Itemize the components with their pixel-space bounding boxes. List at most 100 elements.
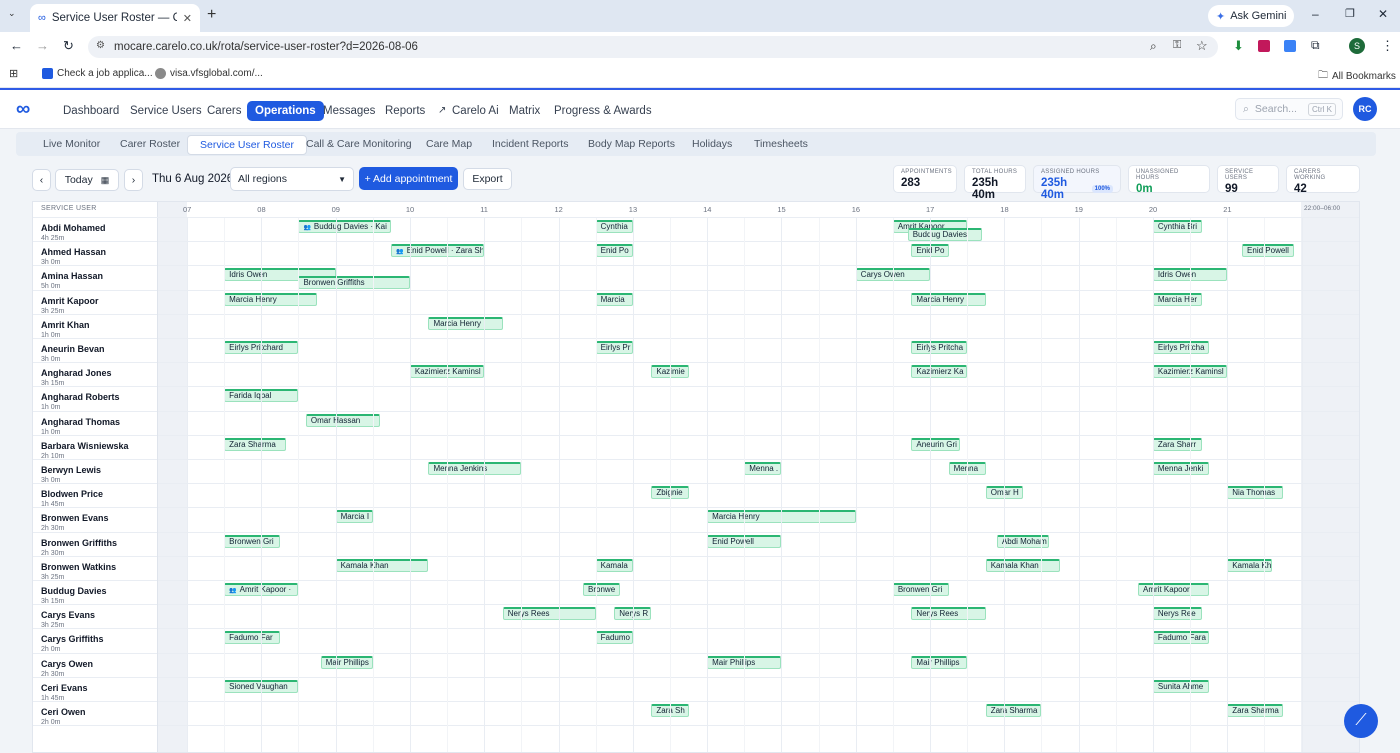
- appointment-block[interactable]: Cynthia: [595, 220, 633, 233]
- extension-download-icon[interactable]: ⬇: [1233, 38, 1244, 54]
- service-user-name[interactable]: Amrit Khan: [41, 320, 90, 330]
- tab-service-user-roster[interactable]: Service User Roster: [187, 135, 307, 155]
- appointment-block[interactable]: Kamala: [595, 558, 633, 572]
- zoom-icon[interactable]: ⌕: [1150, 39, 1157, 54]
- tab-call-care-monitoring[interactable]: Call & Care Monitoring: [294, 135, 424, 153]
- appointment-block[interactable]: Menna Jenkins: [428, 462, 522, 475]
- region-select[interactable]: All regions ▼: [230, 167, 354, 191]
- service-user-name[interactable]: Bronwen Evans: [41, 513, 109, 523]
- nav-matrix[interactable]: Matrix: [501, 101, 548, 121]
- service-user-name[interactable]: Bronwen Griffiths: [41, 538, 117, 548]
- all-bookmarks[interactable]: 🗀 All Bookmarks: [1318, 68, 1396, 85]
- next-day-button[interactable]: ›: [124, 169, 143, 191]
- appointment-block[interactable]: Bronwen Griffiths: [298, 276, 410, 290]
- appointment-block[interactable]: Marcia: [595, 292, 633, 306]
- service-user-name[interactable]: Blodwen Price: [41, 489, 103, 499]
- bookmark-job[interactable]: Check a job applica...: [42, 68, 153, 79]
- service-user-name[interactable]: Carys Owen: [41, 659, 93, 669]
- service-user-name[interactable]: Angharad Thomas: [41, 417, 120, 427]
- bookmark-visa[interactable]: visa.vfsglobal.com/...: [155, 68, 263, 79]
- minimize-icon[interactable]: –: [1312, 7, 1319, 21]
- service-user-name[interactable]: Amrit Kapoor: [41, 296, 99, 306]
- tab-care-map[interactable]: Care Map: [414, 135, 484, 153]
- appointment-block[interactable]: Marcia Henry: [428, 316, 503, 330]
- export-button[interactable]: Export: [463, 168, 512, 190]
- appointment-block[interactable]: Buddug Davies: [907, 228, 982, 241]
- user-avatar[interactable]: RC: [1353, 97, 1377, 121]
- tab-search-icon[interactable]: ⌄: [8, 8, 16, 19]
- appointment-block[interactable]: Zara Sharma: [224, 437, 286, 451]
- extensions-puzzle-icon[interactable]: ⧉: [1311, 38, 1320, 53]
- nav-carelo-ai[interactable]: Carelo Ai: [444, 101, 507, 121]
- appointment-block[interactable]: Kamala Khan: [335, 558, 429, 572]
- service-user-name[interactable]: Ceri Owen: [41, 707, 86, 717]
- appointment-block[interactable]: Zara Sharma: [985, 704, 1042, 717]
- address-bar[interactable]: ⚙ mocare.carelo.co.uk/rota/service-user-…: [88, 36, 1218, 58]
- appointment-block[interactable]: Marcia Henry: [911, 292, 986, 306]
- service-user-name[interactable]: Ahmed Hassan: [41, 247, 106, 257]
- appointment-block[interactable]: Fadumo Far: [224, 631, 280, 645]
- appointment-block[interactable]: Mair Phillips: [911, 655, 968, 669]
- carelo-logo-icon[interactable]: ∞: [16, 98, 30, 121]
- appointment-block[interactable]: Enid Po: [595, 244, 633, 258]
- nav-messages[interactable]: Messages: [315, 101, 383, 121]
- appointment-block[interactable]: Enid Powell: [1242, 244, 1295, 258]
- appointment-block[interactable]: Nerys Rees: [911, 607, 986, 621]
- appointment-block[interactable]: Marcia Henry: [224, 292, 318, 306]
- close-window-icon[interactable]: ✕: [1378, 7, 1388, 21]
- extension-blue-icon[interactable]: [1284, 40, 1296, 52]
- service-user-name[interactable]: Barbara Wisniewska: [41, 441, 128, 451]
- appointment-block[interactable]: Nerys Rees: [502, 607, 596, 621]
- service-user-name[interactable]: Carys Griffiths: [41, 634, 104, 644]
- new-tab-icon[interactable]: +: [207, 6, 216, 24]
- nav-reports[interactable]: Reports: [377, 101, 433, 121]
- nav-progress-awards[interactable]: Progress & Awards: [546, 101, 660, 121]
- tab-holidays[interactable]: Holidays: [680, 135, 744, 153]
- appointment-block[interactable]: Marcia Her: [1152, 292, 1202, 306]
- reload-icon[interactable]: ↻: [63, 38, 74, 54]
- today-button[interactable]: Today ▦: [55, 169, 119, 191]
- service-user-name[interactable]: Abdi Mohamed: [41, 223, 106, 233]
- appointment-block[interactable]: Mair Phillips: [320, 655, 373, 669]
- browser-tab[interactable]: ∞ Service User Roster — Carelo ✕: [30, 4, 200, 32]
- close-tab-icon[interactable]: ✕: [183, 12, 192, 25]
- appointment-block[interactable]: Menna .: [744, 462, 782, 475]
- appointment-block[interactable]: Kamala Khan: [985, 558, 1061, 572]
- service-user-name[interactable]: Aneurin Bevan: [41, 344, 105, 354]
- appointment-block[interactable]: Zara Sharr: [1152, 437, 1202, 451]
- profile-avatar[interactable]: S: [1349, 38, 1365, 54]
- appointment-block[interactable]: Cynthia Bri: [1152, 220, 1202, 233]
- appointment-block[interactable]: Sunita Ahme: [1152, 679, 1209, 693]
- appointment-block[interactable]: Fadumo Fara: [1152, 631, 1209, 645]
- browser-menu-icon[interactable]: ⋮: [1381, 38, 1394, 54]
- service-user-name[interactable]: Angharad Jones: [41, 368, 112, 378]
- service-user-name[interactable]: Buddug Davies: [41, 586, 107, 596]
- appointment-block[interactable]: Menna Jenki: [1152, 462, 1209, 475]
- tab-carer-roster[interactable]: Carer Roster: [108, 135, 192, 153]
- nav-service-users[interactable]: Service Users: [122, 101, 210, 121]
- appointment-block[interactable]: Marcia I: [335, 510, 373, 524]
- appointment-block[interactable]: Amrit Kapoor: [1138, 583, 1209, 596]
- tab-timesheets[interactable]: Timesheets: [742, 135, 820, 153]
- nav-carers[interactable]: Carers: [199, 101, 250, 121]
- tab-body-map-reports[interactable]: Body Map Reports: [576, 135, 687, 153]
- prev-day-button[interactable]: ‹: [32, 169, 51, 191]
- nav-operations[interactable]: Operations: [247, 101, 324, 121]
- appointment-block[interactable]: Bronwe: [583, 583, 621, 596]
- service-user-name[interactable]: Angharad Roberts: [41, 392, 120, 402]
- appointment-block[interactable]: Fadumo: [595, 631, 633, 645]
- service-user-name[interactable]: Ceri Evans: [41, 683, 88, 693]
- appointment-block[interactable]: Eirlys Pr: [595, 341, 633, 354]
- ask-gemini-button[interactable]: ✦ Ask Gemini: [1208, 5, 1295, 27]
- tab-live-monitor[interactable]: Live Monitor: [31, 135, 112, 153]
- nav-dashboard[interactable]: Dashboard: [55, 101, 127, 121]
- service-user-name[interactable]: Amina Hassan: [41, 271, 103, 281]
- service-user-name[interactable]: Carys Evans: [41, 610, 95, 620]
- service-user-name[interactable]: Bronwen Watkins: [41, 562, 116, 572]
- appointment-block[interactable]: Aneurin Gri: [911, 437, 960, 451]
- maximize-icon[interactable]: ❐: [1345, 7, 1355, 20]
- global-search[interactable]: ⌕ Search... Ctrl K: [1235, 98, 1343, 120]
- site-info-icon[interactable]: ⚙: [96, 40, 105, 51]
- apps-grid-icon[interactable]: ⊞: [9, 67, 18, 80]
- back-icon[interactable]: ←: [10, 38, 23, 53]
